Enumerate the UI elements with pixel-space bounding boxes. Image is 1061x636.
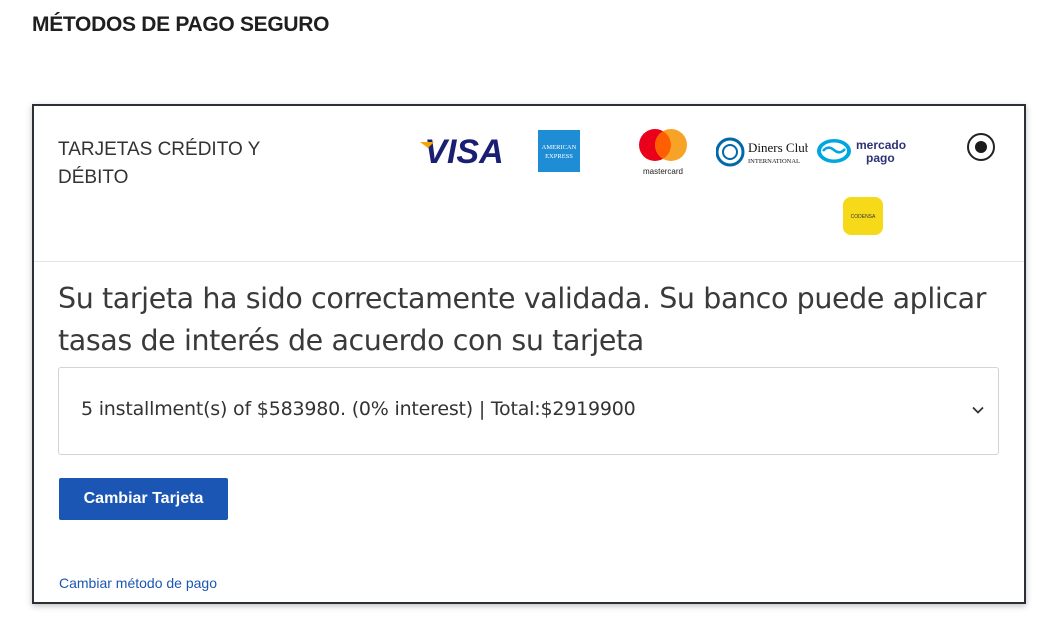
chevron-down-icon — [972, 406, 984, 414]
change-card-button[interactable]: Cambiar Tarjeta — [59, 478, 228, 520]
installments-selected-value: 5 installment(s) of $583980. (0% interes… — [81, 398, 636, 420]
payment-method-radio[interactable] — [967, 133, 995, 161]
svg-text:mastercard: mastercard — [643, 167, 683, 176]
mercado-pago-logo: mercado pago — [817, 138, 906, 165]
svg-text:EXPRESS: EXPRESS — [545, 153, 573, 160]
radio-selected-dot — [975, 141, 987, 153]
payment-method-header[interactable]: TARJETAS CRÉDITO Y DÉBITO VISA AMERICAN … — [34, 106, 1024, 262]
svg-text:INTERNATIONAL: INTERNATIONAL — [748, 158, 800, 165]
installments-select[interactable]: 5 installment(s) of $583980. (0% interes… — [58, 367, 999, 455]
svg-text:AMERICAN: AMERICAN — [542, 144, 577, 151]
page-title: MÉTODOS DE PAGO SEGURO — [32, 13, 330, 36]
payment-method-label: TARJETAS CRÉDITO Y DÉBITO — [58, 139, 261, 188]
svg-text:pago: pago — [866, 151, 895, 165]
svg-text:mercado: mercado — [856, 138, 906, 152]
card-validation-message: Su tarjeta ha sido correctamente validad… — [58, 282, 987, 357]
mastercard-logo: mastercard — [639, 129, 687, 176]
svg-text:CODENSA: CODENSA — [851, 214, 876, 220]
codensa-logo: CODENSA — [843, 197, 883, 235]
svg-text:Diners Club: Diners Club — [748, 140, 808, 155]
visa-logo-text: VISA — [424, 133, 503, 170]
amex-logo: AMERICAN EXPRESS — [538, 130, 580, 172]
visa-logo: VISA — [420, 133, 504, 170]
change-payment-method-link[interactable]: Cambiar método de pago — [59, 575, 217, 591]
payment-method-card: TARJETAS CRÉDITO Y DÉBITO VISA AMERICAN … — [32, 104, 1026, 604]
diners-club-logo: Diners Club INTERNATIONAL — [716, 137, 808, 167]
